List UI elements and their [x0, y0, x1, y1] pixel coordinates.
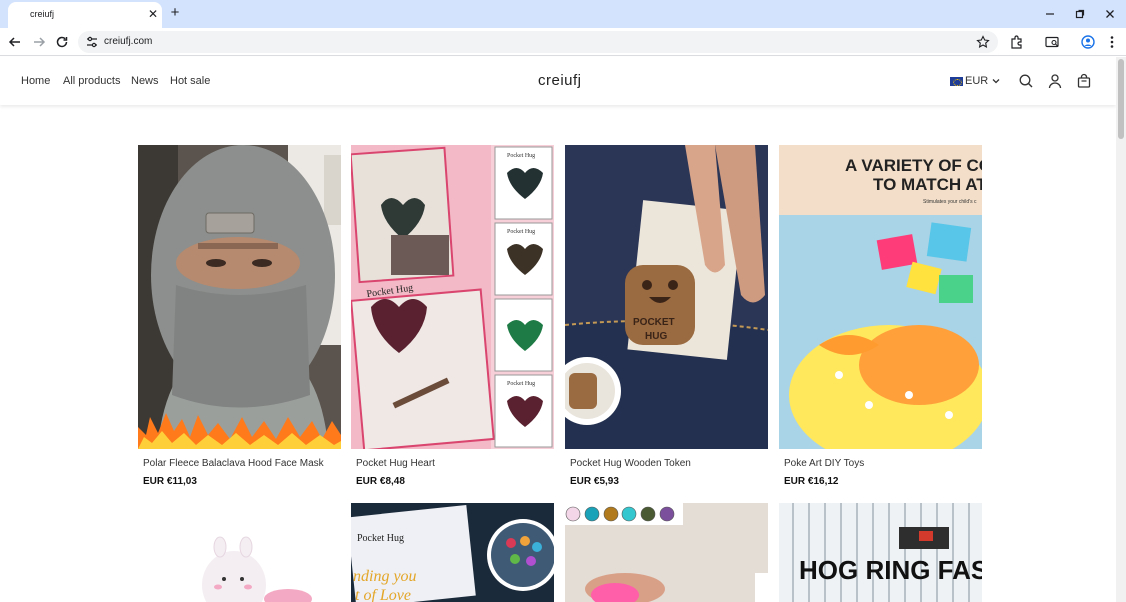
product-image[interactable] [565, 503, 768, 602]
product-image[interactable]: Pocket Hug Pocket Hug Pocket Hug Pocket … [351, 145, 554, 449]
product-image[interactable]: HOG RING FASTE [779, 503, 982, 602]
love-text: t of Love [355, 587, 411, 602]
nav-hot-sale[interactable]: Hot sale [170, 75, 210, 87]
eu-flag-icon [950, 76, 963, 86]
close-icon[interactable]: ✕ [146, 7, 160, 21]
arrow-right-icon[interactable] [31, 34, 47, 50]
product-image[interactable]: Pocket Hug nding you t of Love [351, 503, 554, 602]
card-label: Pocket Hug [507, 153, 535, 159]
color-swatch[interactable] [603, 506, 619, 522]
product-price: EUR €8,48 [356, 476, 405, 487]
store-logo[interactable]: creiufj [538, 72, 582, 89]
reload-icon[interactable] [54, 34, 70, 50]
product-image[interactable] [138, 503, 341, 602]
product-image[interactable]: POCKET HUG [565, 145, 768, 449]
sending-text: nding you [353, 568, 417, 585]
product-image[interactable]: A VARIETY OF CO TO MATCH AT Stimulates y… [779, 145, 982, 449]
restore-icon[interactable] [1072, 6, 1088, 22]
tune-icon[interactable] [85, 35, 99, 49]
product-image[interactable] [138, 145, 341, 449]
pocket-hug-image-text: Pocket Hug [357, 533, 404, 544]
banner-subtext: Stimulates your child's c [923, 199, 977, 205]
color-swatch[interactable] [621, 506, 637, 522]
browser-toolbar: creiufj.com [0, 28, 1126, 56]
product-name[interactable]: Polar Fleece Balaclava Hood Face Mask [143, 458, 324, 469]
banner-text: TO MATCH AT [873, 175, 982, 194]
more-vert-icon[interactable] [1104, 34, 1120, 50]
card-label: Pocket Hug [507, 229, 535, 235]
url-text[interactable]: creiufj.com [104, 36, 152, 47]
token-text: HUG [645, 331, 667, 342]
token-text: POCKET [633, 317, 675, 328]
product-price: EUR €11,03 [143, 476, 197, 487]
search-icon[interactable] [1018, 73, 1034, 89]
user-icon[interactable] [1047, 73, 1063, 89]
plus-icon[interactable]: + [168, 5, 182, 21]
banner-text: A VARIETY OF CO [845, 156, 982, 175]
cast-icon[interactable] [1044, 34, 1060, 50]
close-window-icon[interactable] [1102, 6, 1118, 22]
tab-title: creiufj [30, 9, 55, 19]
color-swatch[interactable] [659, 506, 675, 522]
color-swatch[interactable] [584, 506, 600, 522]
chevron-down-icon [992, 79, 1000, 84]
page-scrollbar[interactable] [1116, 57, 1126, 602]
browser-tab[interactable]: creiufj ✕ [8, 2, 162, 28]
nav-news[interactable]: News [131, 75, 159, 87]
puzzle-icon[interactable] [1009, 34, 1025, 50]
minimize-icon[interactable] [1042, 6, 1058, 22]
color-swatch[interactable] [565, 506, 581, 522]
product-name[interactable]: Poke Art DIY Toys [784, 458, 864, 469]
product-price: EUR €5,93 [570, 476, 619, 487]
store-header: Home All products News Hot sale creiufj … [0, 57, 1116, 105]
currency-selector[interactable]: EUR [950, 73, 1001, 89]
nav-all-products[interactable]: All products [63, 75, 120, 87]
profile-icon[interactable] [1080, 34, 1096, 50]
product-name[interactable]: Pocket Hug Heart [356, 458, 435, 469]
currency-label: EUR [965, 75, 989, 87]
product-price: EUR €16,12 [784, 476, 839, 487]
cart-icon[interactable] [1076, 73, 1092, 89]
star-icon[interactable] [976, 35, 990, 49]
nav-home[interactable]: Home [21, 75, 50, 87]
product-name[interactable]: Pocket Hug Wooden Token [570, 458, 691, 469]
arrow-left-icon[interactable] [7, 34, 23, 50]
color-swatch[interactable] [640, 506, 656, 522]
hog-ring-text: HOG RING FASTE [799, 555, 982, 585]
browser-tabbar: creiufj ✕ + [0, 0, 1126, 28]
card-label: Pocket Hug [507, 381, 535, 387]
address-bar[interactable]: creiufj.com [78, 31, 998, 53]
scrollbar-thumb[interactable] [1118, 59, 1124, 139]
